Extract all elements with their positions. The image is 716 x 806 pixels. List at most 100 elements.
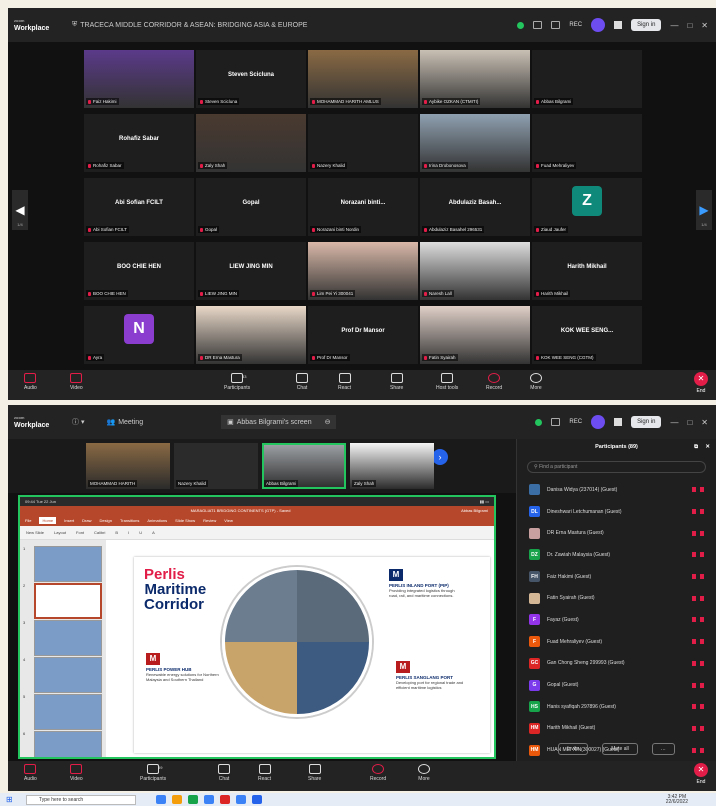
- info-icon[interactable]: ⓘ ▾: [72, 417, 84, 427]
- toolbar-record-button[interactable]: Record: [486, 373, 502, 391]
- view-icon[interactable]: [533, 21, 543, 29]
- participant-tile[interactable]: N Ayra: [84, 306, 194, 364]
- participant-tile[interactable]: Z Ziaud Jaufer: [532, 178, 642, 236]
- ppt-tab[interactable]: Home: [39, 517, 57, 524]
- participant-row[interactable]: Fatin Syairah (Guest): [517, 587, 716, 609]
- toolbar-chat-button[interactable]: Chat: [296, 373, 308, 391]
- user-avatar-icon[interactable]: [591, 415, 606, 429]
- fullscreen-icon[interactable]: [551, 21, 561, 29]
- app-icon[interactable]: [252, 795, 262, 804]
- apps-icon[interactable]: [614, 418, 623, 426]
- slide-thumbnail[interactable]: [34, 731, 102, 757]
- participant-tile[interactable]: Nazery Khalid: [308, 114, 418, 172]
- ppt-tab[interactable]: Animations: [147, 518, 167, 523]
- apps-icon[interactable]: [614, 21, 623, 29]
- toolbar-share-button[interactable]: Share: [308, 764, 321, 782]
- windows-start-icon[interactable]: ⊞: [6, 795, 13, 804]
- minimize-icon[interactable]: —: [670, 418, 678, 427]
- strip-video-tile[interactable]: MOHAMMAD HARITH: [86, 443, 170, 489]
- participant-row[interactable]: DZ Dr. Zawiah Malaysia (Guest): [517, 544, 716, 566]
- sign-in-button[interactable]: Sign in: [631, 19, 662, 31]
- participant-tile[interactable]: MOHAMMAD HARITH AMLUS: [308, 50, 418, 108]
- rec-indicator[interactable]: REC: [569, 419, 582, 425]
- participant-tile[interactable]: BOO CHIE HEN BOO CHIE HEN: [84, 242, 194, 300]
- close-icon[interactable]: ✕: [705, 439, 710, 455]
- app-icon[interactable]: [156, 795, 166, 804]
- ribbon-control[interactable]: Layout: [54, 530, 66, 535]
- strip-video-tile[interactable]: Abbas Bilgrami: [262, 443, 346, 489]
- toolbar-participants-button[interactable]: 83 Participants: [224, 373, 250, 391]
- end-button[interactable]: ✕ End: [694, 763, 708, 785]
- screen-share-tab[interactable]: ▣ Abbas Bilgrami's screen ⊖: [221, 415, 337, 429]
- participant-row[interactable]: DR Erna Mastura (Guest): [517, 522, 716, 544]
- participant-tile[interactable]: Naresh Lall: [420, 242, 530, 300]
- slide-thumbnail[interactable]: [34, 694, 102, 730]
- ppt-tab[interactable]: View: [224, 518, 233, 523]
- participant-tile[interactable]: DR Erna Mastura: [196, 306, 306, 364]
- ppt-tab[interactable]: File: [25, 518, 31, 523]
- participant-tile[interactable]: Abi Sofian FCILT Abi Sofian FCILT: [84, 178, 194, 236]
- participant-tile[interactable]: Rohafiz Sabar Rohafiz Sabar: [84, 114, 194, 172]
- participant-tile[interactable]: Zaly Shah: [196, 114, 306, 172]
- ppt-tab[interactable]: Review: [203, 518, 216, 523]
- user-avatar-icon[interactable]: [591, 18, 606, 32]
- app-icon[interactable]: [188, 795, 198, 804]
- ppt-tab[interactable]: Insert: [64, 518, 74, 523]
- toolbar-audio-button[interactable]: Audio: [24, 373, 37, 391]
- toolbar-audio-button[interactable]: Audio: [24, 764, 37, 782]
- close-icon[interactable]: ✕: [701, 21, 708, 30]
- participant-row[interactable]: HS Hanis syafiqah 297896 (Guest): [517, 696, 716, 718]
- participant-tile[interactable]: Aybike OZKAN (CTMITI): [420, 50, 530, 108]
- next-page-button[interactable]: ▶ 1/4: [696, 190, 712, 230]
- close-icon[interactable]: ✕: [701, 418, 708, 427]
- participant-tile[interactable]: Harith Mikhail Harith Mikhail: [532, 242, 642, 300]
- ribbon-control[interactable]: U: [139, 530, 142, 535]
- ribbon-control[interactable]: Font: [76, 530, 84, 535]
- toolbar-react-button[interactable]: React: [258, 764, 271, 782]
- participant-tile[interactable]: Norazani binti... Norazani binti Nordin: [308, 178, 418, 236]
- app-icon[interactable]: [172, 795, 182, 804]
- maximize-icon[interactable]: □: [687, 418, 692, 427]
- prev-page-button[interactable]: ◀ 1/4: [12, 190, 28, 230]
- view-icon[interactable]: [551, 418, 561, 426]
- rec-indicator[interactable]: REC: [569, 22, 582, 28]
- more-options-button[interactable]: …: [651, 743, 675, 755]
- encryption-icon[interactable]: [535, 418, 543, 426]
- ppt-tab[interactable]: Draw: [82, 518, 91, 523]
- toolbar-chat-button[interactable]: Chat: [218, 764, 230, 782]
- toolbar-more-button[interactable]: More: [530, 373, 542, 391]
- popout-icon[interactable]: ⧉: [694, 439, 698, 455]
- participant-row[interactable]: G Gopal (Guest): [517, 674, 716, 696]
- participant-tile[interactable]: Fatin Syairah: [420, 306, 530, 364]
- toolbar-participants-button[interactable]: 89 Participants: [140, 764, 166, 782]
- ribbon-control[interactable]: A: [152, 530, 155, 535]
- participant-tile[interactable]: Abdulaziz Basah... Abdulaziz Basahel 2965…: [420, 178, 530, 236]
- ribbon-control[interactable]: New Slide: [26, 530, 44, 535]
- toolbar-more-button[interactable]: More: [418, 764, 430, 782]
- participant-tile[interactable]: Irina Drobonosova: [420, 114, 530, 172]
- slide-thumbnail[interactable]: [34, 583, 102, 619]
- participant-row[interactable]: GC Gan Chong Sheng 299993 (Guest): [517, 653, 716, 675]
- participant-row[interactable]: F Fayaz (Guest): [517, 609, 716, 631]
- ribbon-control[interactable]: B: [115, 530, 118, 535]
- slide-thumbnail[interactable]: [34, 657, 102, 693]
- participant-tile[interactable]: Prof Dr Mansor Prof Dr Mansor: [308, 306, 418, 364]
- ribbon-control[interactable]: I: [128, 530, 129, 535]
- ppt-tab[interactable]: Transitions: [120, 518, 139, 523]
- ribbon-control[interactable]: Calibri: [94, 530, 105, 535]
- app-icon[interactable]: [236, 795, 246, 804]
- sign-in-button[interactable]: Sign in: [631, 416, 662, 428]
- participant-row[interactable]: F Fuad Mehraliyev (Guest): [517, 631, 716, 653]
- app-icon[interactable]: [204, 795, 214, 804]
- participant-row[interactable]: Danisa Widya (237014) (Guest): [517, 479, 716, 501]
- toolbar-video-button[interactable]: Video: [70, 373, 83, 391]
- participant-tile[interactable]: Gopal Gopal: [196, 178, 306, 236]
- participant-search-input[interactable]: ⚲ Find a participant: [527, 461, 706, 473]
- toolbar-video-button[interactable]: Video: [70, 764, 83, 782]
- participant-tile[interactable]: Lim Pei Yi 300041: [308, 242, 418, 300]
- participant-tile[interactable]: Faiz Hakimi: [84, 50, 194, 108]
- participant-tile[interactable]: LIEW JING MIN LIEW JING MIN: [196, 242, 306, 300]
- toolbar-share-button[interactable]: Share: [390, 373, 403, 391]
- slide-thumbnail[interactable]: [34, 620, 102, 656]
- app-icon[interactable]: [220, 795, 230, 804]
